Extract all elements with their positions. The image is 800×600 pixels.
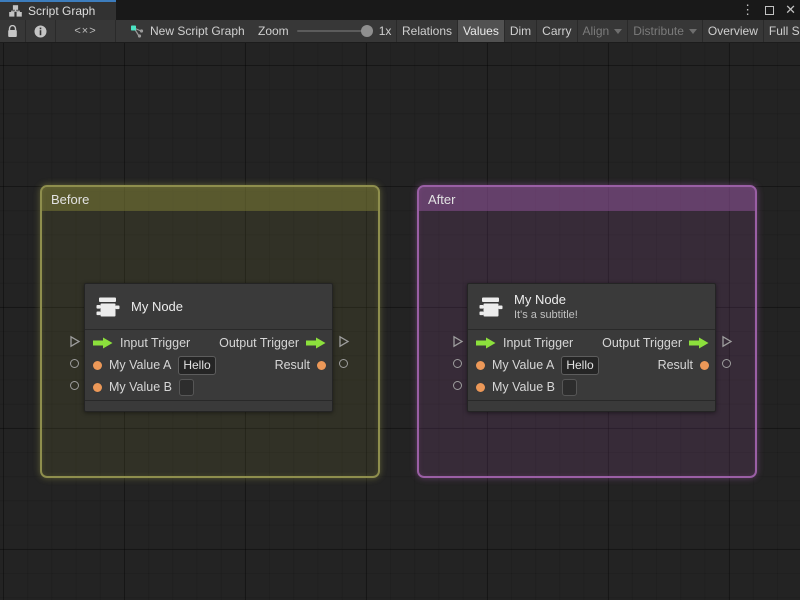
overview-button[interactable]: Overview — [701, 20, 763, 42]
value-b-port-icon[interactable] — [452, 380, 462, 390]
zoom-slider[interactable] — [296, 25, 373, 37]
result-label: Result — [274, 358, 310, 372]
result-port-icon[interactable] — [721, 358, 731, 368]
flow-input-port-icon[interactable] — [451, 335, 464, 348]
node-before-body: Input Trigger Output Trigger My Value A … — [85, 330, 332, 400]
value-b-port-icon[interactable] — [69, 380, 79, 390]
result-port-icon[interactable] — [338, 358, 348, 368]
value-port-icon[interactable] — [93, 382, 102, 392]
value-port-icon[interactable] — [93, 360, 102, 370]
unit-icon — [96, 297, 120, 316]
group-before-header[interactable]: Before — [42, 187, 378, 211]
values-button[interactable]: Values — [457, 20, 504, 42]
unit-icon — [479, 297, 503, 316]
graph-icon — [131, 25, 144, 38]
flow-output-port-icon[interactable] — [337, 335, 350, 348]
value-port-icon[interactable] — [476, 360, 485, 370]
value-a-input[interactable] — [178, 355, 217, 375]
value-b-input[interactable] — [179, 378, 194, 396]
lock-button[interactable] — [0, 20, 26, 42]
value-port-icon[interactable] — [700, 360, 709, 370]
flow-arrow-icon[interactable] — [476, 337, 496, 349]
node-title: My Node — [514, 292, 567, 307]
value-port-icon[interactable] — [476, 382, 485, 392]
chevron-down-icon — [614, 28, 623, 34]
flow-arrow-icon[interactable] — [93, 337, 113, 349]
distribute-dropdown[interactable]: Distribute — [627, 20, 702, 42]
node-after-input-ports — [447, 283, 467, 412]
output-trigger-label: Output Trigger — [219, 336, 299, 350]
tab-title: Script Graph — [28, 4, 96, 18]
chevron-down-icon — [688, 28, 697, 34]
group-after-label: After — [428, 191, 456, 207]
graph-name-area[interactable]: New Script Graph — [130, 20, 245, 42]
menu-icon[interactable]: ⋮ — [741, 2, 754, 18]
value-a-port-icon[interactable] — [69, 358, 79, 368]
info-icon — [34, 25, 47, 37]
value-a-port-icon[interactable] — [452, 358, 462, 368]
lock-icon — [8, 24, 17, 37]
node-after-body: Input Trigger Output Trigger My Value A … — [468, 330, 715, 400]
graph-toolbar: <×> New Script Graph Zoom 1x Relations V… — [0, 20, 800, 43]
value-a-label: My Value A — [109, 358, 172, 372]
info-button[interactable] — [26, 20, 56, 42]
node-after-output-ports — [716, 283, 736, 412]
node-after-header[interactable]: My Node It's a subtitle! — [468, 284, 715, 330]
dim-button[interactable]: Dim — [503, 20, 536, 42]
node-after-wrap: My Node It's a subtitle! Input Trigger O… — [447, 283, 736, 412]
value-port-icon[interactable] — [317, 360, 326, 370]
input-trigger-label: Input Trigger — [503, 336, 574, 350]
input-trigger-label: Input Trigger — [120, 336, 191, 350]
node-title: My Node — [131, 299, 184, 314]
tab-script-graph[interactable]: Script Graph — [0, 0, 116, 20]
value-a-input[interactable] — [561, 355, 600, 375]
value-b-input[interactable] — [562, 378, 577, 396]
group-after-header[interactable]: After — [419, 187, 755, 211]
maximize-icon[interactable] — [765, 5, 775, 15]
zoom-value: 1x — [378, 24, 392, 38]
relations-button[interactable]: Relations — [396, 20, 457, 42]
zoom-label: Zoom — [258, 24, 289, 38]
align-dropdown[interactable]: Align — [576, 20, 628, 42]
node-before-header[interactable]: My Node — [85, 284, 332, 330]
hierarchy-icon — [9, 5, 22, 17]
zoom-slider-handle[interactable] — [360, 25, 373, 37]
flow-arrow-icon[interactable] — [306, 337, 326, 349]
graph-name-label: New Script Graph — [150, 24, 245, 38]
fullscreen-button[interactable]: Full Screen — [762, 20, 800, 42]
group-before-label: Before — [51, 191, 90, 207]
output-trigger-label: Output Trigger — [602, 336, 682, 350]
view-options-bar: Relations Values Dim Carry Align Distrib… — [396, 20, 800, 42]
node-subtitle: It's a subtitle! — [514, 309, 578, 321]
node-before-input-ports — [64, 283, 84, 412]
node-before[interactable]: My Node Input Trigger Output Trigger My … — [84, 283, 333, 412]
graph-canvas[interactable]: Before After My Node Input Trigger Outpu… — [0, 43, 800, 600]
node-before-wrap: My Node Input Trigger Output Trigger My … — [64, 283, 353, 412]
close-icon[interactable]: ✕ — [785, 2, 796, 18]
code-preview-button[interactable]: <×> — [56, 20, 116, 42]
flow-input-port-icon[interactable] — [68, 335, 81, 348]
flow-arrow-icon[interactable] — [689, 337, 709, 349]
result-label: Result — [657, 358, 693, 372]
carry-button[interactable]: Carry — [536, 20, 576, 42]
node-after-footer — [468, 400, 715, 411]
script-graph-window: Script Graph ⋮ ✕ <×> New Script Graph Zo… — [0, 0, 800, 600]
node-before-output-ports — [333, 283, 353, 412]
flow-output-port-icon[interactable] — [720, 335, 733, 348]
value-b-label: My Value B — [109, 380, 172, 394]
tab-strip: Script Graph ⋮ ✕ — [0, 0, 800, 20]
value-a-label: My Value A — [492, 358, 555, 372]
value-b-label: My Value B — [492, 380, 555, 394]
node-before-footer — [85, 400, 332, 411]
node-after[interactable]: My Node It's a subtitle! Input Trigger O… — [467, 283, 716, 412]
